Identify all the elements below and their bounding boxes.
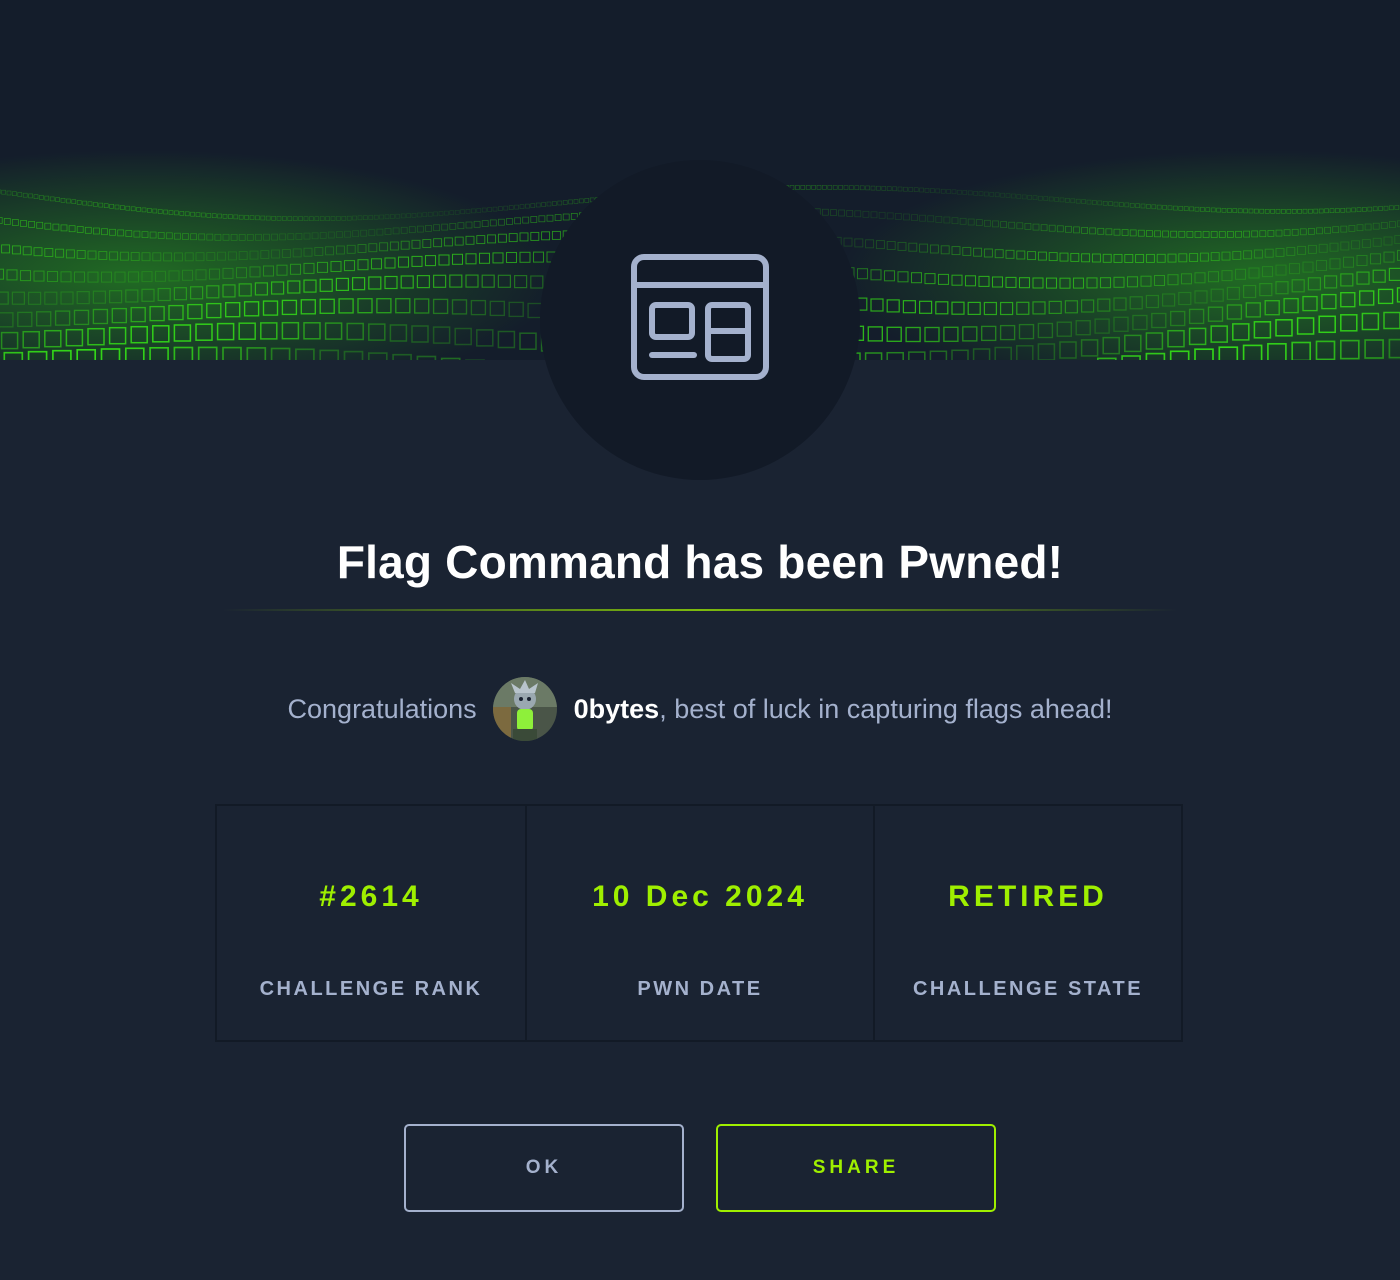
stats-panel: #2614 CHALLENGE RANK 10 Dec 2024 PWN DAT…: [215, 804, 1183, 1042]
challenge-badge: [540, 160, 860, 480]
stat-pwn-date: 10 Dec 2024 PWN DATE: [525, 806, 873, 1040]
stat-value: RETIRED: [948, 880, 1108, 913]
ok-button[interactable]: OK: [404, 1124, 684, 1212]
stat-label: CHALLENGE STATE: [912, 978, 1144, 1000]
congrats-suffix: , best of luck in capturing flags ahead!: [659, 693, 1113, 724]
browser-window-icon: [630, 253, 770, 388]
stat-challenge-state: RETIRED CHALLENGE STATE: [873, 806, 1181, 1040]
user-avatar[interactable]: [492, 677, 557, 741]
congrats-message: Congratulations 0bytes , best of luck in…: [0, 676, 1400, 742]
pwned-modal: Flag Command has been Pwned! Congratulat…: [0, 0, 1400, 1280]
pwned-title: Flag Command has been Pwned!: [336, 536, 1064, 588]
stat-label: CHALLENGE RANK: [259, 978, 483, 1000]
stat-label: PWN DATE: [637, 978, 763, 1000]
congrats-prefix: Congratulations: [287, 693, 477, 724]
username[interactable]: 0bytes: [574, 694, 660, 725]
share-button[interactable]: SHARE: [716, 1124, 996, 1212]
stat-value: 10 Dec 2024: [592, 880, 808, 913]
stat-challenge-rank: #2614 CHALLENGE RANK: [217, 806, 525, 1040]
title-divider: [222, 609, 1178, 611]
stat-value: #2614: [319, 880, 423, 913]
